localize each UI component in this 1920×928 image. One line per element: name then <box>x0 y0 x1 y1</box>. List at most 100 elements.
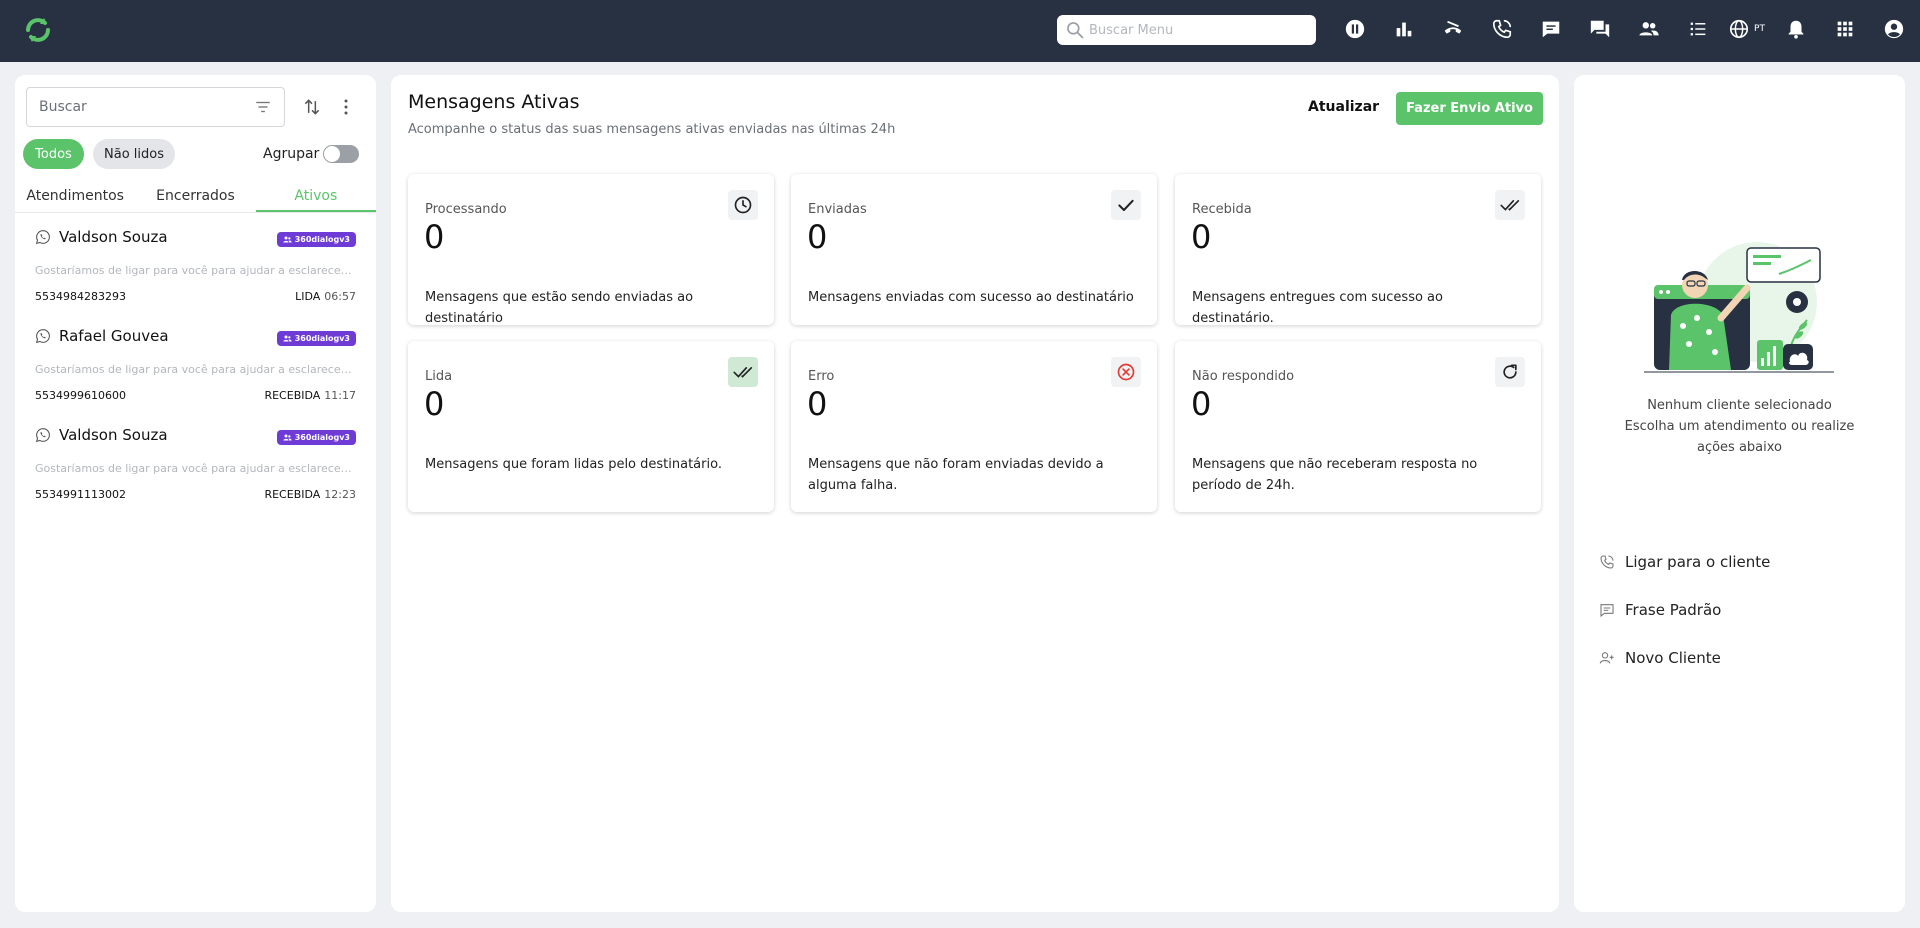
channel-badge: 360dialogv3 <box>276 331 356 346</box>
status-card-enviadas: Enviadas 0 Mensagens enviadas com sucess… <box>791 174 1157 325</box>
conversation-item[interactable]: Valdson Souza 360dialogv3 Gostaríamos de… <box>15 412 376 511</box>
error-icon <box>1111 357 1141 387</box>
group-toggle-label: Agrupar <box>263 146 320 162</box>
card-description: Mensagens que não receberam resposta no … <box>1192 457 1478 493</box>
filter-all-chip[interactable]: Todos <box>23 139 84 169</box>
more-vertical-icon[interactable] <box>338 95 354 119</box>
empty-state-text: Nenhum cliente selecionado Escolha um at… <box>1574 395 1905 458</box>
conversation-tabs: Atendimentos Encerrados Ativos <box>15 179 376 213</box>
card-description: Mensagens entregues com sucesso ao desti… <box>1192 290 1443 326</box>
message-time: 12:23 <box>324 488 356 501</box>
send-active-button[interactable]: Fazer Envio Ativo <box>1396 92 1543 125</box>
new-client-action[interactable]: Novo Cliente <box>1599 649 1721 667</box>
status-label: RECEBIDA <box>264 389 321 402</box>
card-label: Erro <box>808 369 835 384</box>
status-label: RECEBIDA <box>264 488 321 501</box>
tab-ativos[interactable]: Ativos <box>255 179 376 212</box>
card-value: 0 <box>1191 218 1212 256</box>
card-description: Mensagens que estão sendo enviadas ao de… <box>425 290 694 326</box>
search-icon <box>1067 22 1084 39</box>
conversation-item[interactable]: Rafael Gouvea 360dialogv3 Gostaríamos de… <box>15 313 376 412</box>
account-icon[interactable] <box>1869 14 1918 44</box>
filter-unread-chip[interactable]: Não lidos <box>93 139 175 169</box>
clock-icon <box>728 190 758 220</box>
conversation-search-input[interactable] <box>39 99 254 115</box>
card-value: 0 <box>1191 385 1212 423</box>
empty-state-subtitle: Escolha um atendimento ou realize ações … <box>1624 419 1855 455</box>
message-preview: Gostaríamos de ligar para você para ajud… <box>35 363 355 376</box>
refresh-button[interactable]: Atualizar <box>1308 99 1379 115</box>
channel-badge-label: 360dialogv3 <box>294 433 350 442</box>
card-value: 0 <box>807 385 828 423</box>
add-person-icon <box>1599 652 1614 664</box>
page-title: Mensagens Ativas <box>408 91 580 113</box>
card-value: 0 <box>424 218 445 256</box>
contact-phone: 5534999610600 <box>35 389 126 402</box>
app-logo-icon[interactable] <box>22 14 54 46</box>
group-icon <box>283 335 292 342</box>
channel-badge: 360dialogv3 <box>276 232 356 247</box>
call-end-icon[interactable] <box>1428 14 1477 44</box>
status-card-nao-respondido: Não respondido 0 Mensagens que não receb… <box>1175 341 1541 512</box>
card-label: Recebida <box>1192 202 1252 217</box>
card-label: Não respondido <box>1192 369 1295 384</box>
client-details-panel: Nenhum cliente selecionado Escolha um at… <box>1574 75 1905 912</box>
page-subtitle: Acompanhe o status das suas mensagens at… <box>408 122 896 137</box>
card-description: Mensagens que foram lidas pelo destinatá… <box>425 457 722 472</box>
group-toggle[interactable] <box>323 145 359 163</box>
filter-icon[interactable] <box>254 98 272 116</box>
message-time: 06:57 <box>324 290 356 303</box>
conversation-item[interactable]: Valdson Souza 360dialogv3 Gostaríamos de… <box>15 214 376 313</box>
language-label: PT <box>1754 24 1765 34</box>
contact-name: Valdson Souza <box>59 426 168 444</box>
conversation-sidebar: Todos Não lidos Agrupar Atendimentos Enc… <box>15 75 376 912</box>
empty-state-illustration <box>1644 242 1834 373</box>
double-check-green-icon <box>728 357 758 387</box>
contact-phone: 5534991113002 <box>35 488 126 501</box>
contact-name: Valdson Souza <box>59 228 168 246</box>
empty-state-title: Nenhum cliente selecionado <box>1647 398 1832 413</box>
card-description: Mensagens enviadas com sucesso ao destin… <box>808 290 1134 305</box>
top-icon-bar: PT <box>1330 14 1918 44</box>
card-label: Lida <box>425 369 453 384</box>
menu-search-box[interactable] <box>1057 15 1316 45</box>
phone-icon[interactable] <box>1477 14 1526 44</box>
chat-icon[interactable] <box>1526 14 1575 44</box>
bell-icon[interactable] <box>1771 14 1820 44</box>
language-selector[interactable]: PT <box>1722 14 1771 44</box>
contact-phone: 5534984283293 <box>35 290 126 303</box>
group-icon <box>283 434 292 441</box>
message-status: LIDA 06:57 <box>295 290 356 303</box>
chart-icon[interactable] <box>1379 14 1428 44</box>
menu-search-input[interactable] <box>1089 22 1299 38</box>
message-preview: Gostaríamos de ligar para você para ajud… <box>35 264 355 277</box>
message-outline-icon <box>1600 604 1614 618</box>
card-value: 0 <box>424 385 445 423</box>
people-icon[interactable] <box>1624 14 1673 44</box>
whatsapp-icon <box>35 329 50 344</box>
message-status: RECEBIDA 11:17 <box>264 389 356 402</box>
whatsapp-icon <box>35 230 50 245</box>
message-status: RECEBIDA 12:23 <box>264 488 356 501</box>
message-time: 11:17 <box>324 389 356 402</box>
default-phrase-action[interactable]: Frase Padrão <box>1599 601 1721 619</box>
sort-icon[interactable] <box>300 95 324 119</box>
pause-icon[interactable] <box>1330 14 1379 44</box>
chats-icon[interactable] <box>1575 14 1624 44</box>
active-messages-panel: Mensagens Ativas Acompanhe o status das … <box>391 75 1559 912</box>
conversation-header: Valdson Souza <box>35 426 168 444</box>
check-icon <box>1111 190 1141 220</box>
tab-encerrados[interactable]: Encerrados <box>135 179 255 212</box>
conversation-search-box[interactable] <box>26 87 285 127</box>
new-client-label: Novo Cliente <box>1625 649 1721 667</box>
globe-icon <box>1729 19 1749 39</box>
channel-badge-label: 360dialogv3 <box>294 334 350 343</box>
list-icon[interactable] <box>1673 14 1722 44</box>
card-value: 0 <box>807 218 828 256</box>
tab-atendimentos[interactable]: Atendimentos <box>15 179 135 212</box>
message-preview: Gostaríamos de ligar para você para ajud… <box>35 462 355 475</box>
status-card-lida: Lida 0 Mensagens que foram lidas pelo de… <box>408 341 774 512</box>
default-phrase-label: Frase Padrão <box>1625 601 1722 619</box>
call-client-action[interactable]: Ligar para o cliente <box>1599 553 1770 571</box>
apps-icon[interactable] <box>1820 14 1869 44</box>
